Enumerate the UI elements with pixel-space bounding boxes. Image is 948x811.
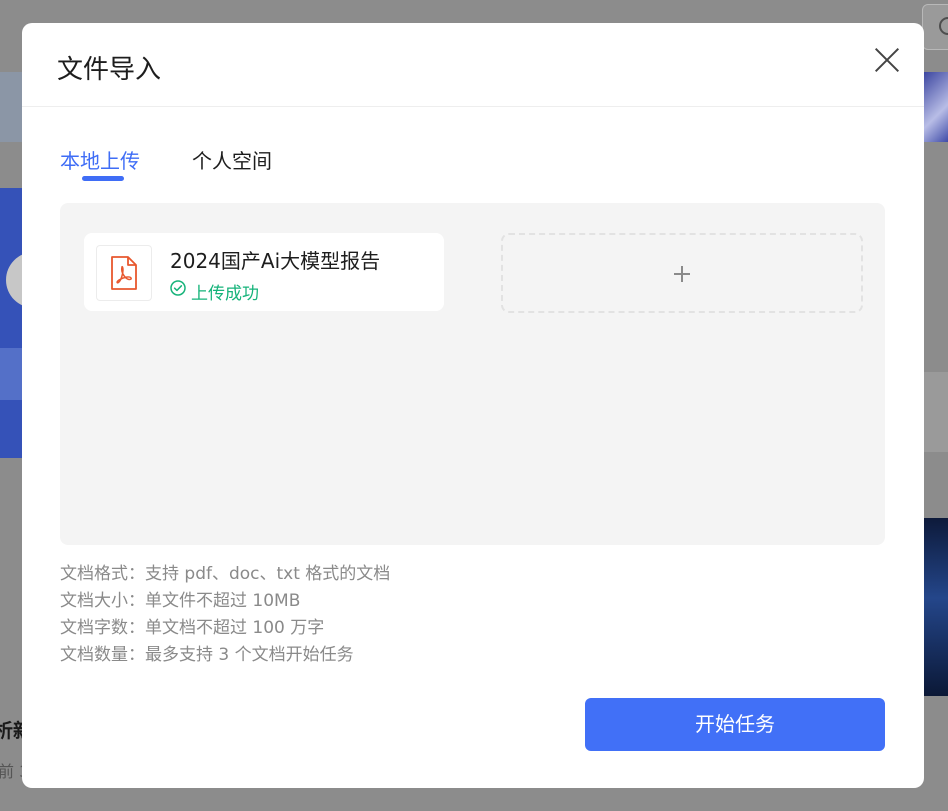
upload-rules: 文档格式：支持 pdf、doc、txt 格式的文档 文档大小：单文件不超过 10… — [60, 561, 560, 669]
dialog-header: 文件导入 — [22, 23, 924, 107]
upload-area: 2024国产Ai大模型报告 上传成功 — [60, 203, 885, 545]
file-import-dialog: 文件导入 本地上传 个人空间 2024国产Ai大模型报告 上传成功 文档格式：支… — [22, 23, 924, 788]
background-banner-image — [924, 72, 948, 142]
pdf-icon — [96, 245, 152, 301]
active-tab-indicator — [82, 176, 124, 181]
start-task-button[interactable]: 开始任务 — [585, 698, 885, 751]
upload-status-label: 上传成功 — [191, 284, 259, 304]
background-search-button — [922, 4, 948, 50]
tab-local-upload[interactable]: 本地上传 — [60, 145, 140, 174]
background-card-stripe — [0, 348, 22, 400]
rule-format: 文档格式：支持 pdf、doc、txt 格式的文档 — [60, 564, 391, 584]
file-name: 2024国产Ai大模型报告 — [170, 249, 381, 273]
tab-personal-space[interactable]: 个人空间 — [192, 145, 272, 174]
dialog-title: 文件导入 — [57, 55, 162, 85]
background-card — [924, 372, 948, 452]
rule-file-count: 文档数量：最多支持 3 个文档开始任务 — [60, 645, 354, 665]
rule-size: 文档大小：单文件不超过 10MB — [60, 591, 301, 611]
search-icon — [939, 17, 948, 35]
background-card-image — [0, 188, 22, 458]
check-circle-icon — [170, 280, 186, 296]
background-card-image-right — [924, 518, 948, 696]
rule-word-count: 文档字数：单文档不超过 100 万字 — [60, 618, 325, 638]
add-file-slot[interactable] — [501, 233, 863, 313]
close-icon[interactable] — [872, 45, 902, 75]
uploaded-file-card[interactable]: 2024国产Ai大模型报告 上传成功 — [84, 233, 444, 311]
plus-icon — [674, 266, 690, 282]
